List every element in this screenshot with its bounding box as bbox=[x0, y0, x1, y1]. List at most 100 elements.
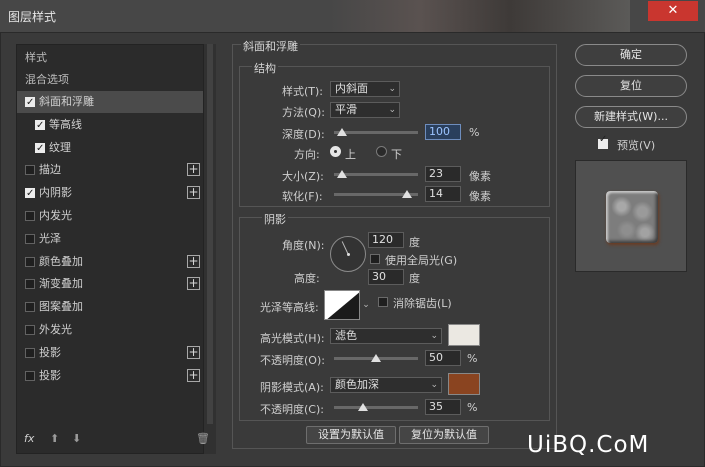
list-item[interactable]: 投影 + bbox=[17, 365, 203, 387]
soften-label: 软化(F): bbox=[282, 190, 323, 203]
depth-slider-thumb[interactable] bbox=[337, 128, 348, 136]
highlight-opacity-thumb[interactable] bbox=[371, 354, 381, 362]
gloss-contour-label: 光泽等高线: bbox=[260, 301, 319, 314]
shadow-opacity-unit: % bbox=[467, 401, 478, 414]
shadow-opacity-label: 不透明度(C): bbox=[260, 403, 324, 416]
list-item[interactable]: 内阴影 + bbox=[17, 182, 203, 205]
list-item-checkbox[interactable] bbox=[25, 279, 35, 290]
preview-checkbox[interactable] bbox=[598, 134, 608, 149]
direction-up-radio[interactable] bbox=[330, 146, 341, 157]
make-default-button[interactable]: 设置为默认值 bbox=[306, 426, 396, 444]
list-item-label: 外发光 bbox=[39, 323, 72, 336]
reset-default-button[interactable]: 复位为默认值 bbox=[399, 426, 489, 444]
ok-button[interactable]: 确定 bbox=[575, 44, 687, 66]
list-item-checkbox[interactable] bbox=[25, 256, 35, 267]
list-item-checkbox[interactable] bbox=[25, 302, 35, 313]
add-effect-icon[interactable]: + bbox=[187, 254, 200, 268]
depth-label: 深度(D): bbox=[282, 128, 325, 141]
add-effect-icon[interactable]: + bbox=[187, 345, 200, 359]
global-light-checkbox[interactable] bbox=[370, 254, 380, 264]
list-item-checkbox[interactable] bbox=[25, 325, 35, 335]
shadow-color-swatch[interactable] bbox=[448, 373, 480, 395]
list-item-checkbox[interactable] bbox=[25, 165, 35, 176]
shading-title: 阴影 bbox=[262, 211, 288, 227]
list-item-checkbox[interactable] bbox=[25, 92, 35, 114]
size-unit: 像素 bbox=[469, 170, 491, 183]
angle-input[interactable]: 120 bbox=[368, 232, 404, 248]
style-select[interactable]: 内斜面 ⌄ bbox=[330, 81, 400, 97]
move-up-icon[interactable]: ⬆ bbox=[50, 432, 59, 445]
depth-unit: % bbox=[469, 126, 480, 139]
chevron-down-icon: ⌄ bbox=[388, 84, 396, 94]
list-item[interactable]: 投影 + bbox=[17, 342, 203, 364]
angle-dial[interactable] bbox=[330, 236, 366, 272]
list-item[interactable]: 斜面和浮雕 bbox=[17, 91, 203, 114]
list-item[interactable]: 内发光 bbox=[17, 205, 203, 227]
depth-input[interactable]: 100 bbox=[425, 124, 461, 140]
shadow-opacity-thumb[interactable] bbox=[358, 403, 369, 411]
highlight-mode-label: 高光模式(H): bbox=[260, 332, 325, 345]
list-item[interactable]: 外发光 bbox=[17, 319, 203, 341]
shadow-opacity-input[interactable]: 35 bbox=[425, 399, 461, 415]
global-light-label: 使用全局光(G) bbox=[385, 254, 458, 267]
site-watermark: UiBQ.CoM bbox=[527, 432, 650, 458]
highlight-opacity-input[interactable]: 50 bbox=[425, 350, 461, 366]
preview-thumbnail bbox=[606, 191, 658, 243]
move-down-icon[interactable]: ⬇ bbox=[72, 432, 81, 445]
shadow-mode-label: 阴影模式(A): bbox=[260, 381, 324, 394]
size-input[interactable]: 23 bbox=[425, 166, 461, 182]
list-item[interactable]: 光泽 bbox=[17, 228, 203, 250]
list-item-label: 纹理 bbox=[49, 140, 71, 154]
list-item-label: 等高线 bbox=[49, 117, 82, 131]
list-item[interactable]: 纹理 bbox=[17, 137, 203, 160]
style-preview bbox=[575, 160, 687, 272]
list-scrollbar[interactable] bbox=[204, 44, 216, 454]
highlight-color-swatch[interactable] bbox=[448, 324, 480, 346]
size-slider-track[interactable] bbox=[334, 173, 418, 176]
list-item[interactable]: 颜色叠加 + bbox=[17, 251, 203, 273]
trash-icon[interactable]: 🗑 bbox=[196, 432, 210, 445]
list-header-styles[interactable]: 样式 bbox=[17, 47, 203, 69]
gloss-contour-picker[interactable] bbox=[324, 290, 360, 320]
list-item[interactable]: 渐变叠加 + bbox=[17, 273, 203, 295]
reset-button[interactable]: 复位 bbox=[575, 75, 687, 97]
list-item[interactable]: 图案叠加 bbox=[17, 296, 203, 318]
new-style-button[interactable]: 新建样式(W)... bbox=[575, 106, 687, 128]
shadow-opacity-track[interactable] bbox=[334, 406, 418, 409]
anti-alias-checkbox[interactable] bbox=[378, 297, 388, 307]
list-item-label: 图案叠加 bbox=[39, 300, 83, 314]
list-item[interactable]: 描边 + bbox=[17, 159, 203, 181]
list-item-label: 投影 bbox=[39, 345, 61, 359]
scrollbar-thumb[interactable] bbox=[207, 44, 213, 424]
structure-title: 结构 bbox=[252, 60, 278, 76]
bevel-emboss-panel: 斜面和浮雕 结构 样式(T): 内斜面 ⌄ 方法(Q): 平滑 ⌄ 深度(D): 1… bbox=[232, 38, 557, 449]
direction-down-radio[interactable] bbox=[376, 146, 387, 157]
list-item-checkbox[interactable] bbox=[25, 211, 35, 221]
soften-slider-thumb[interactable] bbox=[402, 190, 413, 198]
list-item-label: 斜面和浮雕 bbox=[39, 95, 94, 108]
list-item-checkbox[interactable] bbox=[25, 347, 35, 358]
method-select[interactable]: 平滑 ⌄ bbox=[330, 102, 400, 118]
add-effect-icon[interactable]: + bbox=[187, 368, 200, 382]
close-button[interactable]: ✕ bbox=[648, 1, 698, 21]
shadow-mode-select[interactable]: 颜色加深 ⌄ bbox=[330, 377, 442, 393]
soften-input[interactable]: 14 bbox=[425, 186, 461, 202]
list-item-checkbox[interactable] bbox=[25, 183, 35, 205]
list-item-checkbox[interactable] bbox=[25, 370, 35, 381]
chevron-down-icon[interactable]: ⌄ bbox=[361, 290, 371, 320]
size-slider-thumb[interactable] bbox=[336, 170, 347, 178]
fx-icon[interactable]: fx bbox=[24, 432, 34, 445]
add-effect-icon[interactable]: + bbox=[187, 163, 200, 177]
add-effect-icon[interactable]: + bbox=[187, 186, 200, 200]
list-item[interactable]: 等高线 bbox=[17, 114, 203, 137]
add-effect-icon[interactable]: + bbox=[187, 277, 200, 291]
list-item-checkbox[interactable] bbox=[35, 138, 45, 160]
list-item-label: 内阴影 bbox=[39, 186, 72, 200]
list-item-checkbox[interactable] bbox=[35, 115, 45, 137]
contour-curve-icon bbox=[327, 292, 359, 319]
list-item-checkbox[interactable] bbox=[25, 233, 35, 244]
highlight-mode-select[interactable]: 滤色 ⌄ bbox=[330, 328, 442, 344]
style-label: 样式(T): bbox=[282, 85, 324, 98]
list-blending-options[interactable]: 混合选项 bbox=[17, 69, 203, 91]
altitude-input[interactable]: 30 bbox=[368, 269, 404, 285]
